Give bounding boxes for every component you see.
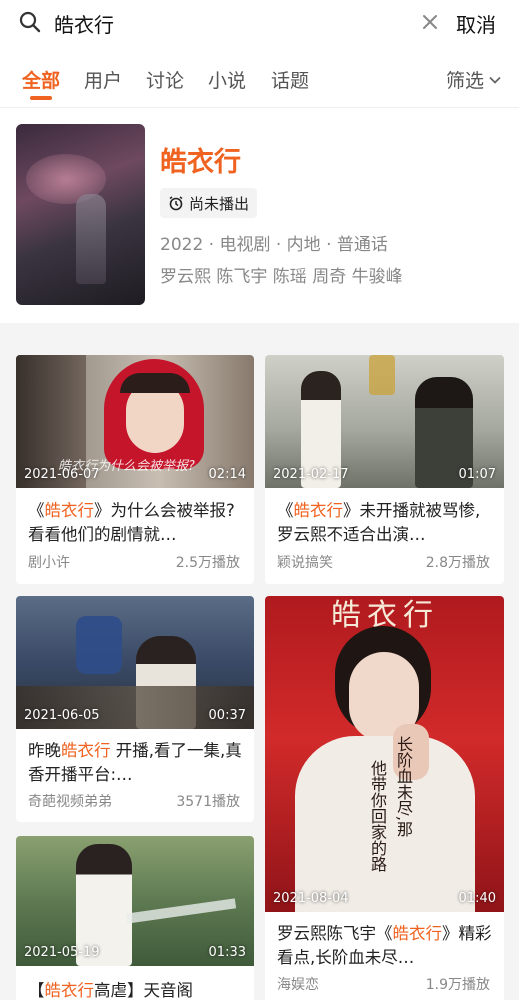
- video-duration: 02:14: [208, 467, 246, 482]
- video-duration: 00:37: [208, 708, 246, 723]
- poster-text: 他带你回家的路: [368, 760, 387, 872]
- video-title[interactable]: 《皓衣行》未开播就被骂惨,罗云熙不适合出演…: [277, 499, 492, 547]
- video-thumbnail[interactable]: 皓衣行为什么会被举报? 2021-06-07 02:14: [16, 355, 254, 488]
- video-author[interactable]: 颖说搞笑: [277, 552, 333, 572]
- show-cast: 罗云熙 陈飞宇 陈瑶 周奇 牛骏峰: [160, 267, 403, 287]
- tab-bar: 全部 用户 讨论 小说 话题 筛选: [0, 48, 519, 108]
- video-plays: 3571播放: [176, 794, 240, 810]
- video-title[interactable]: 罗云熙陈飞宇《皓衣行》精彩看点,长阶血未尽…: [277, 922, 492, 970]
- show-card[interactable]: 皓衣行 尚未播出 2022 · 电视剧 · 内地 · 普通话 罗云熙 陈飞宇 陈…: [0, 108, 519, 323]
- show-title[interactable]: 皓衣行: [160, 140, 241, 179]
- video-duration: 01:33: [208, 945, 246, 960]
- video-author[interactable]: 剧小许: [28, 552, 70, 572]
- video-date: 2021-05-19: [24, 945, 100, 960]
- video-title[interactable]: 昨晚皓衣行 开播,看了一集,真香开播平台:…: [28, 739, 243, 787]
- search-input[interactable]: 皓衣行: [54, 9, 114, 38]
- tab-users[interactable]: 用户: [84, 66, 122, 93]
- video-duration: 01:07: [458, 467, 496, 482]
- video-title[interactable]: 《皓衣行》为什么会被举报?看看他们的剧情就…: [28, 499, 243, 547]
- cancel-button[interactable]: 取消: [456, 9, 496, 38]
- video-card[interactable]: 2021-06-05 00:37 昨晚皓衣行 开播,看了一集,真香开播平台:… …: [16, 596, 254, 822]
- tab-topic[interactable]: 话题: [271, 66, 309, 93]
- search-bar: 皓衣行 取消: [0, 0, 519, 48]
- video-thumbnail[interactable]: 皓衣行 长阶血未尽,那 他带你回家的路 2021-08-04 01:40: [265, 596, 504, 912]
- video-author[interactable]: 海娱恋: [277, 974, 319, 994]
- video-card[interactable]: 皓衣行为什么会被举报? 2021-06-07 02:14 《皓衣行》为什么会被举…: [16, 355, 254, 584]
- video-date: 2021-06-07: [24, 467, 100, 482]
- video-thumbnail[interactable]: 2021-05-19 01:33: [16, 836, 254, 966]
- status-text: 尚未播出: [189, 194, 250, 213]
- video-plays: 2.8万播放: [425, 555, 490, 571]
- show-poster[interactable]: [16, 124, 145, 305]
- tab-discussion[interactable]: 讨论: [146, 66, 184, 93]
- video-date: 2021-02-17: [273, 467, 349, 482]
- tab-novel[interactable]: 小说: [208, 66, 246, 93]
- video-card[interactable]: 皓衣行 长阶血未尽,那 他带你回家的路 2021-08-04 01:40 罗云熙…: [265, 596, 504, 1000]
- video-plays: 2.5万播放: [175, 555, 240, 571]
- filter-button[interactable]: 筛选: [446, 66, 502, 93]
- video-author[interactable]: 奇葩视频弟弟: [28, 791, 112, 811]
- video-card[interactable]: 2021-02-17 01:07 《皓衣行》未开播就被骂惨,罗云熙不适合出演… …: [265, 355, 504, 584]
- poster-text: 长阶血未尽,那: [394, 736, 413, 838]
- filter-label: 筛选: [446, 70, 485, 92]
- video-date: 2021-06-05: [24, 708, 100, 723]
- alarm-clock-icon: [169, 196, 183, 211]
- show-meta: 2022 · 电视剧 · 内地 · 普通话: [160, 235, 388, 255]
- video-plays: 1.9万播放: [425, 977, 490, 993]
- video-title[interactable]: 【皓衣行高虐】天音阁: [28, 979, 243, 1000]
- chevron-down-icon: [489, 76, 501, 84]
- clear-icon[interactable]: [420, 12, 440, 32]
- video-card[interactable]: 2021-05-19 01:33 【皓衣行高虐】天音阁: [16, 836, 254, 1000]
- tab-all[interactable]: 全部: [22, 66, 60, 93]
- status-badge: 尚未播出: [160, 188, 258, 218]
- video-date: 2021-08-04: [273, 891, 349, 906]
- active-tab-indicator: [30, 96, 52, 100]
- video-thumbnail[interactable]: 2021-06-05 00:37: [16, 596, 254, 729]
- video-duration: 01:40: [458, 891, 496, 906]
- search-icon: [19, 11, 41, 33]
- video-thumbnail[interactable]: 2021-02-17 01:07: [265, 355, 504, 488]
